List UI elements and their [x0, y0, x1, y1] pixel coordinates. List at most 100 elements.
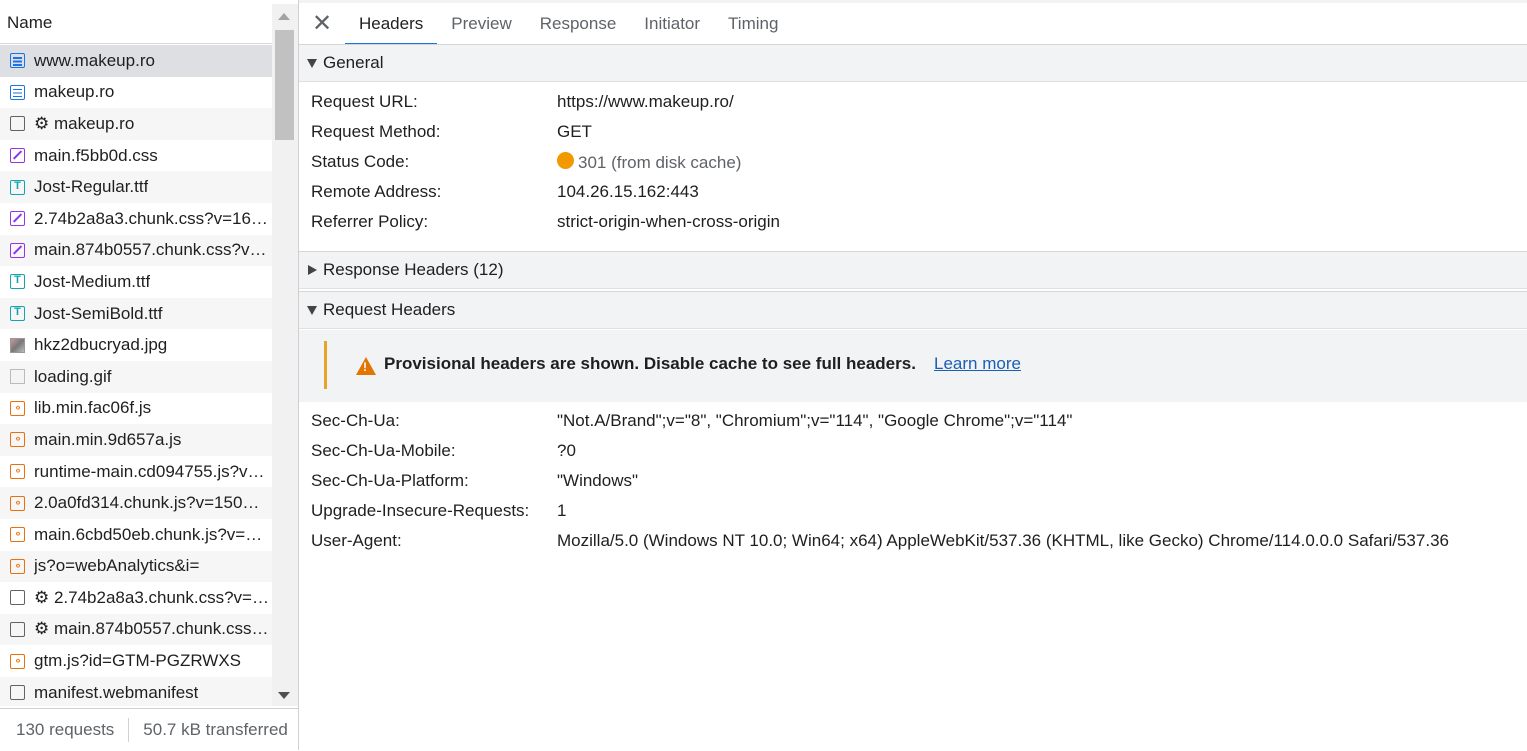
request-name: gtm.js?id=GTM-PGZRWXS	[34, 651, 242, 671]
gif-thumbnail-icon	[10, 369, 25, 385]
script-icon: ‹›	[10, 653, 25, 669]
name-column-header[interactable]: Name	[0, 4, 272, 44]
request-row[interactable]: manifest.webmanifest	[0, 676, 272, 706]
expand-triangle-icon	[307, 58, 317, 68]
request-row[interactable]: T Jost-SemiBold.ttf	[0, 297, 272, 330]
header-value: 1	[557, 501, 567, 520]
request-header-row: Sec-Ch-Ua-Mobile: ?0	[299, 436, 1527, 466]
status-code-row: Status Code: 301 (from disk cache)	[299, 147, 1527, 177]
request-row[interactable]: T Jost-Regular.ttf	[0, 171, 272, 203]
request-headers-title: Request Headers	[323, 300, 456, 319]
response-headers-title: Response Headers (12)	[323, 260, 504, 279]
header-key: Request URL:	[311, 92, 418, 111]
document-icon	[10, 84, 25, 100]
header-key: Sec-Ch-Ua:	[311, 411, 400, 430]
detail-tab-bar: ✕ Headers Preview Response Initiator Tim…	[299, 3, 1527, 45]
header-value: Mozilla/5.0 (Windows NT 10.0; Win64; x64…	[557, 531, 1449, 550]
header-key: Request Method:	[311, 122, 441, 141]
request-list: www.makeup.ro makeup.ro ⚙ makeup.ro main.f5…	[0, 45, 272, 706]
header-key: Remote Address:	[311, 182, 442, 201]
request-header-row: Upgrade-Insecure-Requests: 1	[299, 496, 1527, 526]
request-row[interactable]: ‹› 2.0a0fd314.chunk.js?v=150…	[0, 487, 272, 519]
remote-address-row: Remote Address: 104.26.15.162:443	[299, 177, 1527, 207]
referrer-policy-row: Referrer Policy: strict-origin-when-cros…	[299, 207, 1527, 237]
blank-file-icon[interactable]	[10, 621, 25, 637]
request-name: main.min.9d657a.js	[34, 429, 182, 449]
request-name: makeup.ro	[34, 82, 115, 102]
request-list-scrollbar[interactable]	[272, 4, 298, 706]
tab-initiator[interactable]: Initiator	[630, 3, 714, 44]
request-row[interactable]: ‹› lib.min.fac06f.js	[0, 392, 272, 425]
general-section-title: General	[323, 53, 384, 72]
script-icon: ‹›	[10, 464, 25, 480]
request-row[interactable]: T Jost-Medium.ttf	[0, 266, 272, 298]
blank-file-icon[interactable]	[10, 116, 25, 132]
request-row[interactable]: ⚙ makeup.ro	[0, 108, 272, 140]
request-name: Jost-Regular.ttf	[34, 177, 149, 197]
scroll-up-arrow-icon[interactable]	[278, 13, 290, 20]
close-icon[interactable]: ✕	[299, 3, 345, 44]
tab-response[interactable]: Response	[526, 3, 631, 44]
request-headers-header[interactable]: Request Headers	[299, 291, 1527, 329]
request-name: main.874b0557.chunk.css?v…	[34, 240, 267, 260]
remote-address-value: 104.26.15.162:443	[557, 182, 699, 201]
tab-timing[interactable]: Timing	[714, 3, 792, 44]
header-key: Upgrade-Insecure-Requests:	[311, 501, 530, 520]
header-value: "Windows"	[557, 471, 639, 490]
request-name: 2.0a0fd314.chunk.js?v=150…	[34, 493, 260, 513]
stylesheet-icon	[10, 148, 25, 164]
request-name: 2.74b2a8a3.chunk.css?v=16…	[34, 208, 268, 228]
request-name: lib.min.fac06f.js	[34, 398, 152, 418]
request-headers-section: Request Headers	[299, 291, 1527, 329]
request-row[interactable]: ‹› js?o=webAnalytics&i=	[0, 550, 272, 583]
request-headers-list: Sec-Ch-Ua: "Not.A/Brand";v="8", "Chromium…	[299, 406, 1527, 556]
request-name: manifest.webmanifest	[34, 682, 199, 702]
collapse-triangle-icon	[308, 265, 317, 275]
response-headers-header[interactable]: Response Headers (12)	[299, 251, 1527, 289]
request-name: Jost-SemiBold.ttf	[34, 303, 163, 323]
header-key: Status Code:	[311, 152, 410, 171]
request-url-value[interactable]: https://www.makeup.ro/	[557, 92, 734, 112]
scroll-down-arrow-icon[interactable]	[278, 692, 290, 699]
tab-preview[interactable]: Preview	[437, 3, 525, 44]
request-name: main.f5bb0d.css	[34, 145, 158, 165]
scroll-thumb[interactable]	[275, 30, 294, 140]
stylesheet-icon	[10, 242, 25, 258]
request-method-value: GET	[557, 122, 592, 141]
request-row[interactable]: ‹› main.min.9d657a.js	[0, 424, 272, 456]
request-row[interactable]: ‹› main.6cbd50eb.chunk.js?v=…	[0, 518, 272, 551]
header-value: ?0	[557, 441, 576, 460]
request-row[interactable]: main.874b0557.chunk.css?v…	[0, 234, 272, 267]
general-section: General Request URL: https://www.makeup.…	[299, 44, 1527, 237]
transferred-size: 50.7 kB transferred	[143, 720, 288, 739]
request-row[interactable]: ⚙ main.874b0557.chunk.css…	[0, 613, 272, 646]
general-section-header[interactable]: General	[299, 44, 1527, 82]
tab-headers[interactable]: Headers	[345, 3, 438, 45]
provisional-headers-warning: Provisional headers are shown. Disable c…	[299, 330, 1527, 402]
request-name: js?o=webAnalytics&i=	[34, 556, 200, 576]
request-row[interactable]: 2.74b2a8a3.chunk.css?v=16…	[0, 202, 272, 235]
request-name: ⚙ makeup.ro	[34, 113, 135, 133]
request-row[interactable]: ⚙ 2.74b2a8a3.chunk.css?v=…	[0, 582, 272, 614]
request-name: loading.gif	[34, 366, 112, 386]
request-row[interactable]: hkz2dbucryad.jpg	[0, 329, 272, 361]
script-icon: ‹›	[10, 432, 25, 448]
request-detail-panel: ✕ Headers Preview Response Initiator Tim…	[299, 3, 1527, 750]
warning-accent-bar	[324, 341, 327, 389]
warning-text: Provisional headers are shown. Disable c…	[384, 354, 916, 373]
script-icon: ‹›	[10, 400, 25, 416]
blank-file-icon[interactable]	[10, 685, 25, 701]
request-url-row: Request URL: https://www.makeup.ro/	[299, 87, 1527, 117]
script-icon: ‹›	[10, 527, 25, 543]
request-row[interactable]: www.makeup.ro	[0, 45, 272, 77]
learn-more-link[interactable]: Learn more	[934, 354, 1021, 374]
request-row[interactable]: main.f5bb0d.css	[0, 139, 272, 172]
request-name: ⚙ 2.74b2a8a3.chunk.css?v=…	[34, 587, 269, 607]
request-row[interactable]: ‹› runtime-main.cd094755.js?v…	[0, 455, 272, 488]
request-row[interactable]: ‹› gtm.js?id=GTM-PGZRWXS	[0, 645, 272, 677]
blank-file-icon[interactable]	[10, 590, 25, 606]
request-name: Jost-Medium.ttf	[34, 271, 151, 291]
status-dot-icon	[557, 151, 574, 169]
request-row[interactable]: makeup.ro	[0, 76, 272, 109]
request-row[interactable]: loading.gif	[0, 360, 272, 393]
